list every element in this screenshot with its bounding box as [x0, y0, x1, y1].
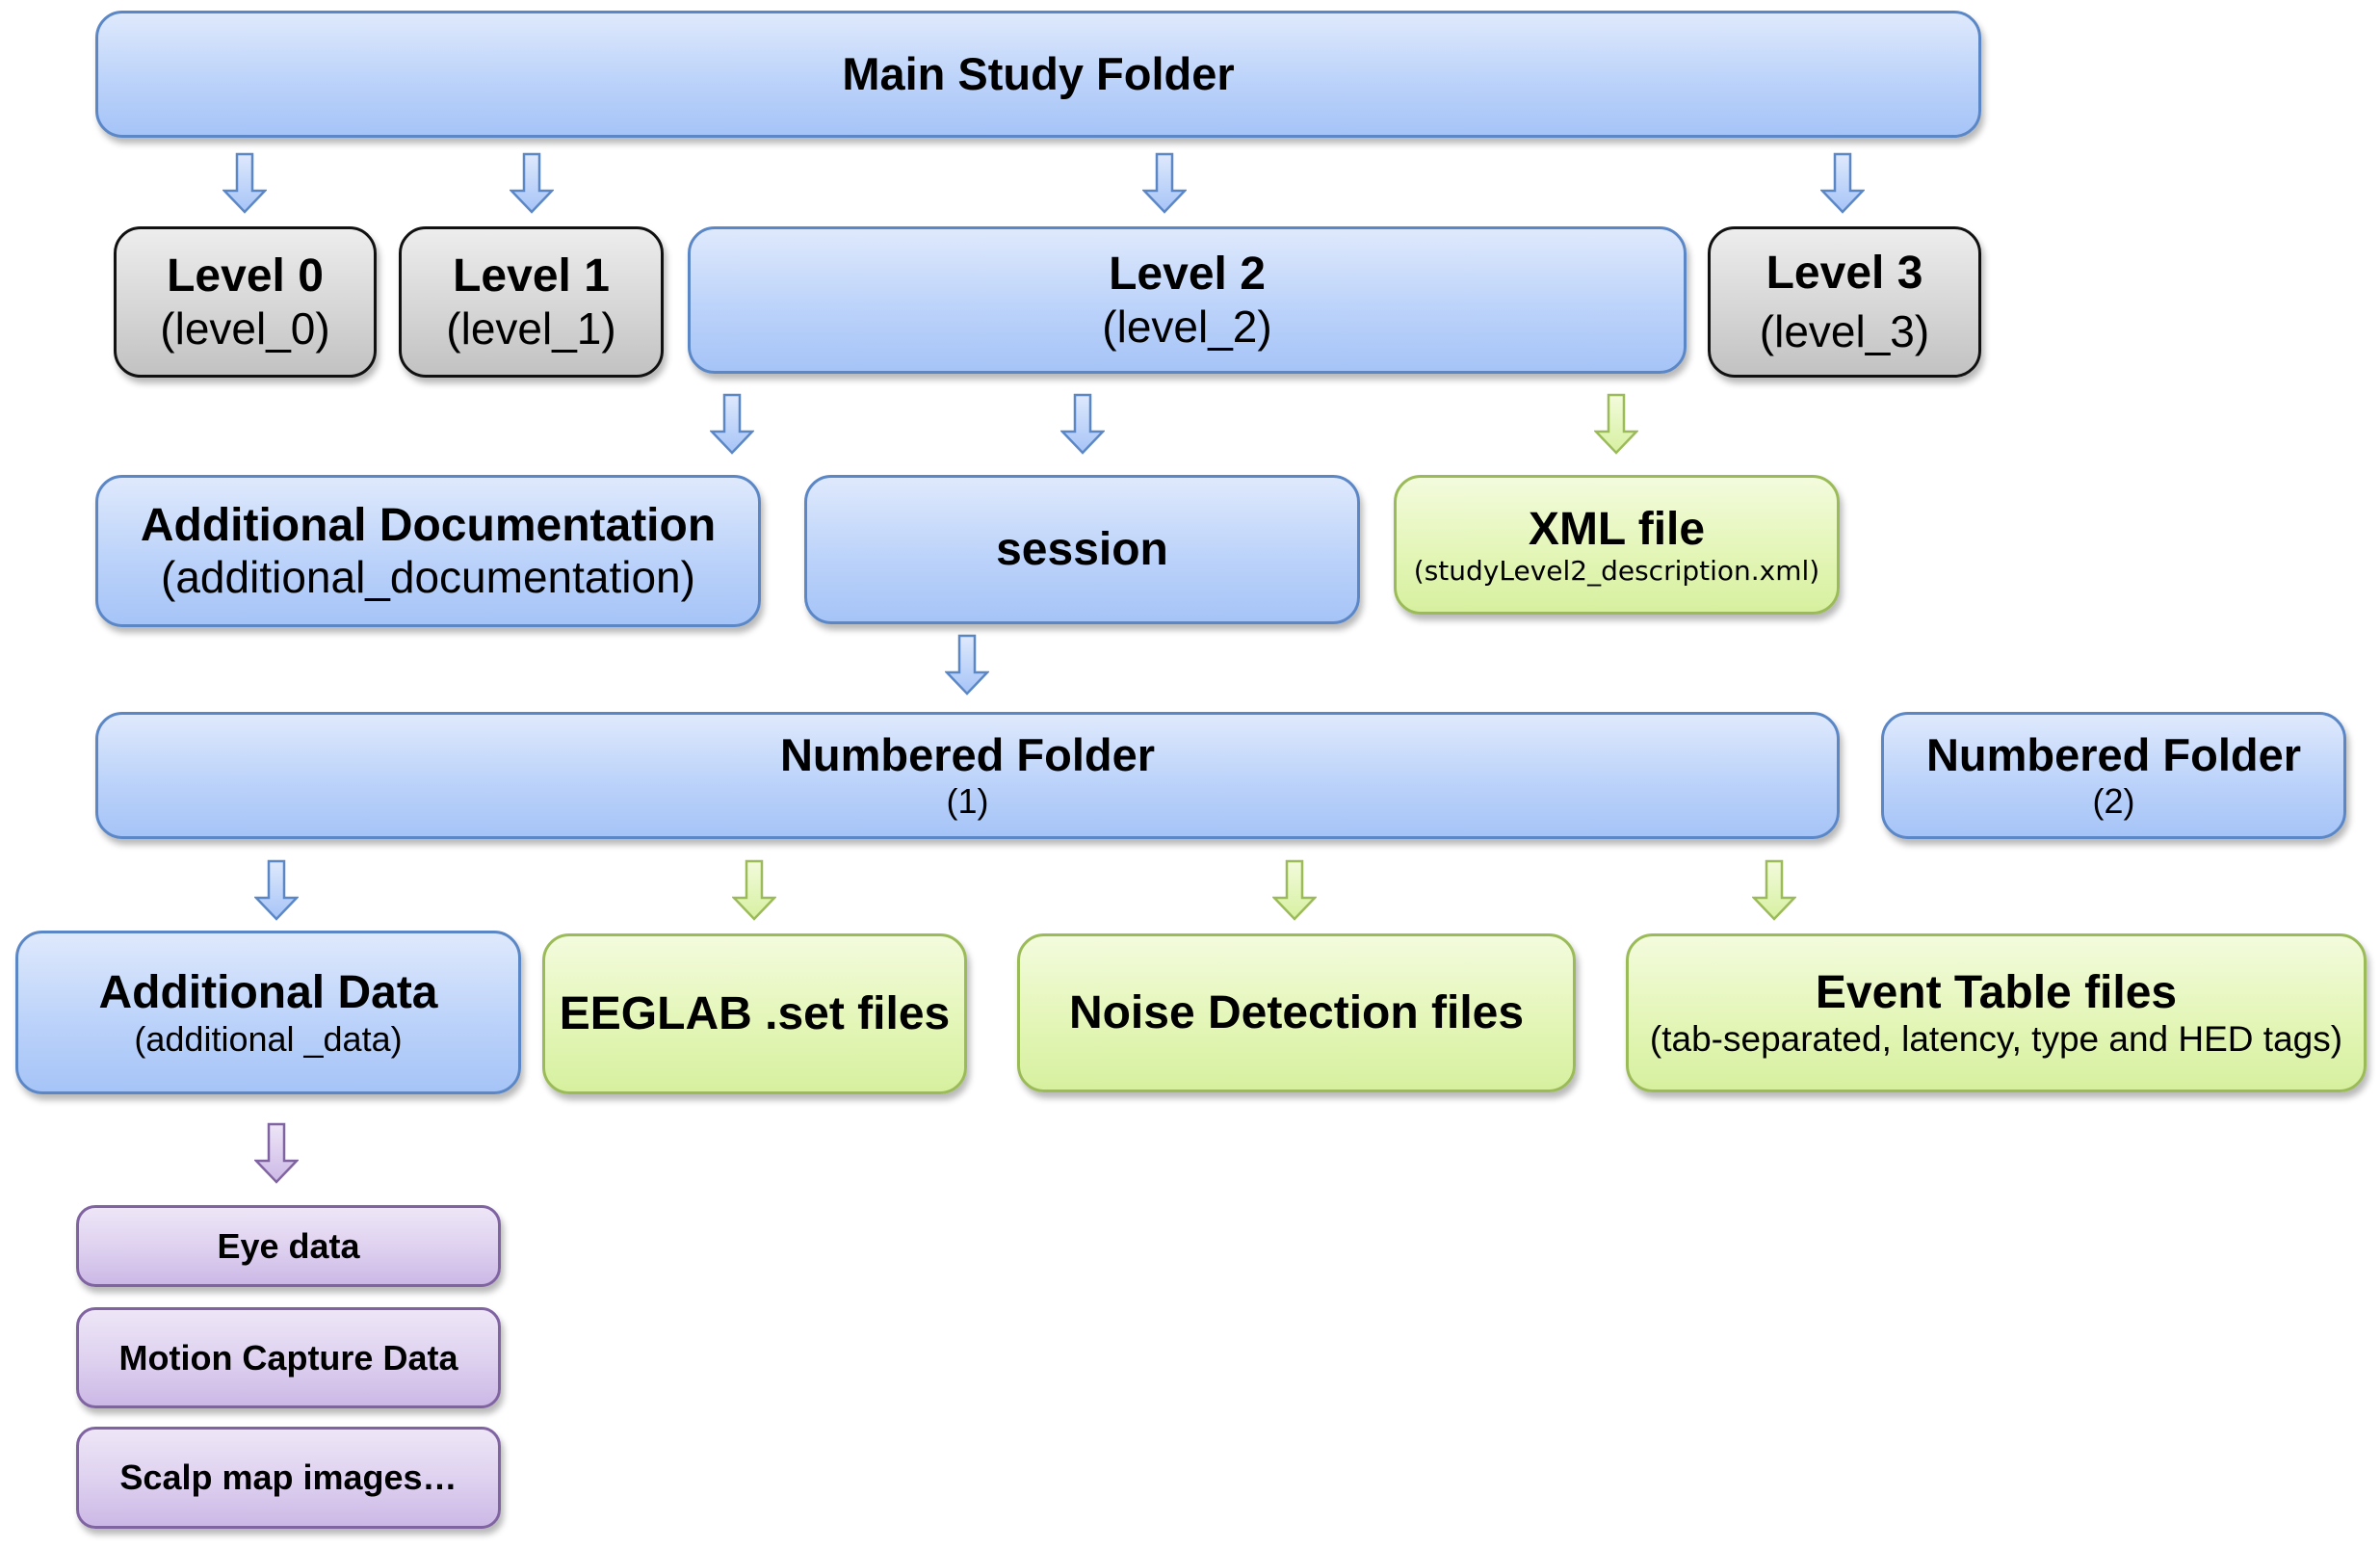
level-title: Level 2: [1109, 249, 1266, 301]
level-title: Level 1: [453, 250, 610, 302]
level-2-folder[interactable]: Level 2 (level_2): [688, 226, 1687, 374]
motion-capture-data-item[interactable]: Motion Capture Data: [76, 1307, 501, 1408]
level-title: Level 0: [167, 250, 324, 302]
main-study-folder-title: Main Study Folder: [842, 47, 1235, 99]
scalp-map-label: Scalp map images…: [119, 1457, 458, 1498]
eye-data-label: Eye data: [217, 1225, 360, 1266]
level-title: Level 3: [1765, 248, 1923, 300]
arrow-down-icon: [510, 152, 554, 214]
numbered-folder-subtitle: (1): [946, 781, 989, 822]
additional-data-subtitle: (additional _data): [134, 1018, 403, 1059]
eeglab-set-files[interactable]: EEGLAB .set files: [542, 933, 967, 1094]
level-subtitle: (level_0): [160, 302, 330, 354]
arrow-down-icon: [222, 152, 267, 214]
level-1-folder[interactable]: Level 1 (level_1): [399, 226, 664, 378]
arrow-down-icon: [710, 393, 754, 455]
noise-detection-title: Noise Detection files: [1068, 986, 1525, 1038]
numbered-folder-subtitle: (2): [2092, 781, 2135, 822]
noise-detection-files[interactable]: Noise Detection files: [1017, 933, 1576, 1092]
additional-documentation-subtitle: (additional_documentation): [161, 552, 695, 603]
numbered-folder-1[interactable]: Numbered Folder (1): [95, 712, 1840, 839]
additional-documentation-title: Additional Documentation: [140, 499, 717, 551]
session-title: session: [996, 523, 1168, 575]
arrow-down-icon: [732, 859, 776, 921]
numbered-folder-title: Numbered Folder: [779, 729, 1156, 781]
event-table-files[interactable]: Event Table files (tab-separated, latenc…: [1626, 933, 2367, 1092]
xml-file-subtitle: (studyLevel2_description.xml): [1413, 555, 1820, 587]
event-table-subtitle: (tab-separated, latency, type and HED ta…: [1649, 1018, 2343, 1059]
level-0-folder[interactable]: Level 0 (level_0): [114, 226, 377, 378]
additional-data-folder[interactable]: Additional Data (additional _data): [15, 931, 521, 1094]
arrow-down-icon: [1272, 859, 1317, 921]
numbered-folder-title: Numbered Folder: [1925, 729, 2302, 781]
arrow-down-icon: [254, 1122, 299, 1184]
level-subtitle: (level_1): [446, 302, 616, 354]
arrow-down-icon: [1752, 859, 1796, 921]
motion-capture-label: Motion Capture Data: [118, 1337, 458, 1378]
additional-documentation-folder[interactable]: Additional Documentation (additional_doc…: [95, 475, 761, 627]
xml-file-title: XML file: [1528, 503, 1706, 555]
eeglab-title: EEGLAB .set files: [559, 987, 951, 1039]
arrow-down-icon: [945, 634, 989, 696]
arrow-down-icon: [254, 859, 299, 921]
main-study-folder[interactable]: Main Study Folder: [95, 11, 1981, 138]
arrow-down-icon: [1142, 152, 1187, 214]
level-subtitle: (level_3): [1759, 305, 1930, 356]
additional-data-title: Additional Data: [98, 966, 438, 1018]
arrow-down-icon: [1820, 152, 1865, 214]
level-3-folder[interactable]: Level 3 (level_3): [1708, 226, 1981, 378]
scalp-map-images-item[interactable]: Scalp map images…: [76, 1427, 501, 1529]
session-folder[interactable]: session: [804, 475, 1360, 624]
event-table-title: Event Table files: [1815, 966, 2178, 1018]
numbered-folder-2[interactable]: Numbered Folder (2): [1881, 712, 2346, 839]
arrow-down-icon: [1594, 393, 1638, 455]
eye-data-item[interactable]: Eye data: [76, 1205, 501, 1287]
level-subtitle: (level_2): [1102, 301, 1272, 352]
arrow-down-icon: [1060, 393, 1105, 455]
xml-file[interactable]: XML file (studyLevel2_description.xml): [1394, 475, 1840, 615]
